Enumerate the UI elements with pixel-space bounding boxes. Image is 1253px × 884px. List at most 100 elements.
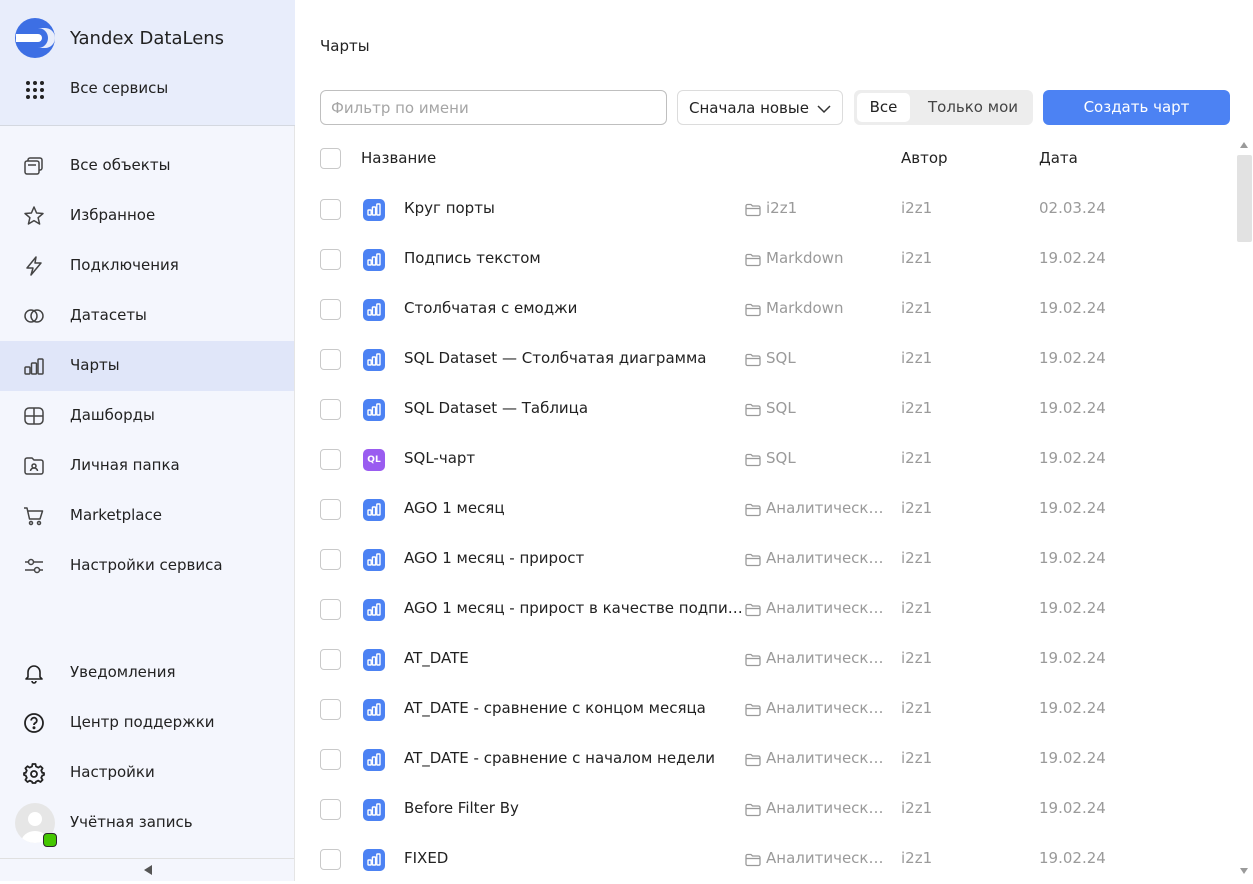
folder-link[interactable]: Аналитически... bbox=[766, 649, 890, 667]
sidebar-item-dashboards[interactable]: Дашборды bbox=[0, 391, 294, 441]
chart-name-link[interactable]: Подпись текстом bbox=[404, 249, 744, 267]
date-cell: 19.02.24 bbox=[1039, 399, 1106, 417]
folder-link[interactable]: SQL bbox=[766, 449, 890, 467]
folder-icon bbox=[745, 452, 761, 467]
row-checkbox[interactable] bbox=[320, 649, 341, 670]
row-checkbox[interactable] bbox=[320, 749, 341, 770]
table-row[interactable]: Before Filter By Аналитически... i2z1 19.02… bbox=[310, 784, 1235, 834]
table-row[interactable]: Подпись текстом Markdown i2z1 19.02.24 bbox=[310, 234, 1235, 284]
personal-folder-icon bbox=[24, 457, 44, 475]
folder-link[interactable]: Аналитически... bbox=[766, 799, 890, 817]
sidebar-item-marketplace[interactable]: Marketplace bbox=[0, 491, 294, 541]
sidebar-item-favorites[interactable]: Избранное bbox=[0, 191, 294, 241]
sidebar-item-datasets[interactable]: Датасеты bbox=[0, 291, 294, 341]
table-row[interactable]: FIXED Аналитически... i2z1 19.02.24 bbox=[310, 834, 1235, 884]
table-row[interactable]: AT_DATE Аналитически... i2z1 19.02.24 bbox=[310, 634, 1235, 684]
folder-link[interactable]: Markdown bbox=[766, 299, 890, 317]
chart-type-icon bbox=[363, 849, 385, 871]
chart-name-link[interactable]: Before Filter By bbox=[404, 799, 744, 817]
chart-name-link[interactable]: SQL Dataset — Столбчатая диаграмма bbox=[404, 349, 744, 367]
sidebar-item-connections[interactable]: Подключения bbox=[0, 241, 294, 291]
sidebar-item-service-settings[interactable]: Настройки сервиса bbox=[0, 541, 294, 591]
folder-link[interactable]: Аналитически... bbox=[766, 499, 890, 517]
table-row[interactable]: AT_DATE - сравнение с началом недели Анал… bbox=[310, 734, 1235, 784]
folder-link[interactable]: SQL bbox=[766, 349, 890, 367]
sidebar-item-notifications[interactable]: Уведомления bbox=[0, 648, 294, 698]
chart-name-link[interactable]: FIXED bbox=[404, 849, 744, 867]
datalens-logo-icon[interactable] bbox=[14, 17, 56, 59]
chart-type-icon bbox=[363, 799, 385, 821]
sort-select[interactable]: Сначала новые bbox=[677, 90, 843, 125]
sidebar-item-support[interactable]: Центр поддержки bbox=[0, 698, 294, 748]
segment-only-mine[interactable]: Только мои bbox=[917, 93, 1029, 122]
filter-input[interactable] bbox=[320, 90, 667, 125]
folder-link[interactable]: SQL bbox=[766, 399, 890, 417]
row-checkbox[interactable] bbox=[320, 399, 341, 420]
scrollbar[interactable] bbox=[1236, 140, 1253, 881]
row-checkbox[interactable] bbox=[320, 199, 341, 220]
scroll-up-icon[interactable] bbox=[1240, 142, 1248, 148]
sliders-icon bbox=[25, 558, 43, 574]
sidebar-item-label: Учётная запись bbox=[70, 813, 193, 831]
row-checkbox[interactable] bbox=[320, 849, 341, 870]
row-checkbox[interactable] bbox=[320, 499, 341, 520]
table-row[interactable]: Круг порты i2z1 i2z1 02.03.24 bbox=[310, 184, 1235, 234]
table-row[interactable]: AGO 1 месяц - прирост в качестве подписи… bbox=[310, 584, 1235, 634]
chart-name-link[interactable]: SQL-чарт bbox=[404, 449, 744, 467]
column-header-date[interactable]: Дата bbox=[1039, 149, 1078, 167]
chart-name-link[interactable]: AGO 1 месяц bbox=[404, 499, 744, 517]
table-row[interactable]: AGO 1 месяц Аналитически... i2z1 19.02.24 bbox=[310, 484, 1235, 534]
collapse-sidebar-icon[interactable] bbox=[142, 864, 154, 876]
row-checkbox[interactable] bbox=[320, 249, 341, 270]
sidebar-item-charts[interactable]: Чарты bbox=[0, 341, 294, 391]
date-cell: 19.02.24 bbox=[1039, 699, 1106, 717]
folder-link[interactable]: Markdown bbox=[766, 249, 890, 267]
folder-icon bbox=[745, 352, 761, 367]
scroll-down-icon[interactable] bbox=[1240, 868, 1248, 874]
chart-name-link[interactable]: AT_DATE bbox=[404, 649, 744, 667]
app-name[interactable]: Yandex DataLens bbox=[70, 28, 224, 49]
folder-link[interactable]: Аналитически... bbox=[766, 549, 890, 567]
bell-icon bbox=[25, 665, 43, 684]
table-row[interactable]: SQL Dataset — Столбчатая диаграмма SQL i2z… bbox=[310, 334, 1235, 384]
folder-link[interactable]: Аналитически... bbox=[766, 849, 890, 867]
sidebar-item-all-objects[interactable]: Все объекты bbox=[0, 141, 294, 191]
column-header-name[interactable]: Название bbox=[361, 149, 436, 167]
sidebar-item-personal-folder[interactable]: Личная папка bbox=[0, 441, 294, 491]
chart-name-link[interactable]: Круг порты bbox=[404, 199, 744, 217]
row-checkbox[interactable] bbox=[320, 349, 341, 370]
chart-name-link[interactable]: AT_DATE - сравнение с концом месяца bbox=[404, 699, 744, 717]
folder-link[interactable]: Аналитически... bbox=[766, 749, 890, 767]
table-row[interactable]: AGO 1 месяц - прирост Аналитически... i2z1… bbox=[310, 534, 1235, 584]
scrollbar-thumb[interactable] bbox=[1237, 155, 1252, 242]
page-title: Чарты bbox=[320, 37, 370, 55]
table-row[interactable]: SQL Dataset — Таблица SQL i2z1 19.02.24 bbox=[310, 384, 1235, 434]
folder-link[interactable]: i2z1 bbox=[766, 199, 890, 217]
segment-all[interactable]: Все bbox=[857, 93, 910, 122]
row-checkbox[interactable] bbox=[320, 799, 341, 820]
folder-link[interactable]: Аналитически... bbox=[766, 599, 890, 617]
chart-name-link[interactable]: AGO 1 месяц - прирост в качестве подписи… bbox=[404, 599, 744, 617]
all-services-link[interactable]: Все сервисы bbox=[70, 79, 168, 97]
author-cell: i2z1 bbox=[901, 199, 933, 217]
row-checkbox[interactable] bbox=[320, 449, 341, 470]
folder-link[interactable]: Аналитически... bbox=[766, 699, 890, 717]
row-checkbox[interactable] bbox=[320, 299, 341, 320]
row-checkbox[interactable] bbox=[320, 549, 341, 570]
column-header-author[interactable]: Автор bbox=[901, 149, 948, 167]
row-checkbox[interactable] bbox=[320, 699, 341, 720]
row-checkbox[interactable] bbox=[320, 599, 341, 620]
table-row[interactable]: AT_DATE - сравнение с концом месяца Анали… bbox=[310, 684, 1235, 734]
sidebar: Yandex DataLens Все сервисы Все объекты … bbox=[0, 0, 295, 881]
chevron-down-icon bbox=[817, 105, 831, 114]
chart-name-link[interactable]: AT_DATE - сравнение с началом недели bbox=[404, 749, 744, 767]
grid-dots-icon[interactable] bbox=[24, 79, 46, 101]
table-row[interactable]: Столбчатая с емоджи Markdown i2z1 19.02.24 bbox=[310, 284, 1235, 334]
sidebar-item-settings[interactable]: Настройки bbox=[0, 748, 294, 798]
table-row[interactable]: QL SQL-чарт SQL i2z1 19.02.24 bbox=[310, 434, 1235, 484]
chart-name-link[interactable]: SQL Dataset — Таблица bbox=[404, 399, 744, 417]
select-all-checkbox[interactable] bbox=[320, 148, 341, 169]
chart-name-link[interactable]: Столбчатая с емоджи bbox=[404, 299, 744, 317]
create-chart-button[interactable]: Создать чарт bbox=[1043, 90, 1230, 125]
chart-name-link[interactable]: AGO 1 месяц - прирост bbox=[404, 549, 744, 567]
